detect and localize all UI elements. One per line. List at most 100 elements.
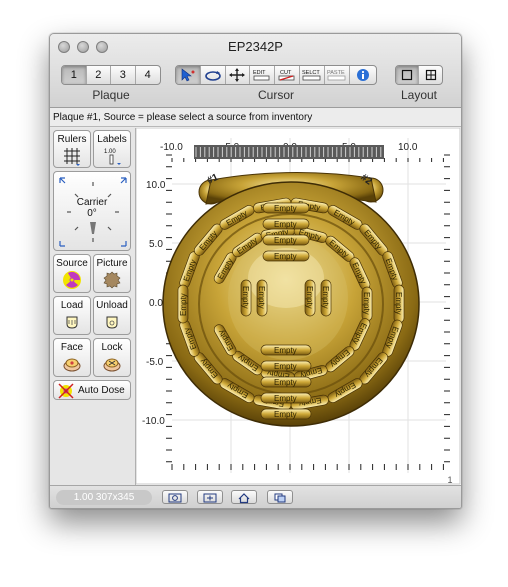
seed-slot-label: Empty — [179, 293, 188, 316]
seed-slot-label: Empty — [362, 292, 371, 315]
plaque-tab-3[interactable]: 3 — [111, 66, 136, 84]
seed-slot[interactable]: Empty — [256, 279, 268, 317]
cursor-select-text-tool[interactable]: SELCT — [300, 66, 325, 84]
cursor-move-tool[interactable] — [226, 66, 251, 84]
copy-view-button[interactable] — [267, 490, 293, 504]
zoom-out-button[interactable] — [162, 490, 188, 504]
plaque-view[interactable]: -10.0 -5.0 0.0 5.0 10.0 10.0 5.0 0.0 -5.… — [135, 127, 461, 485]
labels-button[interactable]: Labels 1.00 — [93, 130, 131, 168]
cursor-cut-tool[interactable]: CUT — [275, 66, 300, 84]
seed-slot[interactable]: Empty — [260, 344, 312, 356]
face-label: Face — [60, 342, 84, 353]
picture-button[interactable]: Picture — [93, 254, 131, 293]
paste-icon: PASTE — [327, 70, 346, 81]
window-title: EP2342P — [228, 39, 283, 54]
cursor-paste-tool[interactable]: PASTE — [325, 66, 351, 84]
carrier-rotation-control[interactable]: Carrier 0° — [53, 171, 131, 251]
x-tick-label: 10.0 — [398, 142, 418, 153]
unload-button[interactable]: Unload — [93, 296, 131, 335]
seed-slot[interactable]: Empty — [320, 279, 332, 317]
cursor-group-label: Cursor — [257, 88, 294, 102]
seed-slot[interactable]: Empty — [262, 218, 310, 230]
seed-slot-label: Empty — [274, 252, 297, 261]
copy-icon — [274, 493, 286, 503]
source-button[interactable]: Source — [53, 254, 91, 293]
labels-label: Labels — [97, 134, 127, 145]
plaque-tab-4[interactable]: 4 — [136, 66, 160, 84]
layout-group-label: Layout — [400, 88, 438, 102]
eye-plaque[interactable]: Empty Empty Empty Empty Empty Empty Empty Empty… — [162, 171, 420, 427]
carrier-label: Carrier — [76, 197, 108, 208]
unload-label: Unload — [96, 300, 128, 311]
single-layout-icon — [401, 69, 413, 81]
plaque-tab-1[interactable]: 1 — [62, 66, 87, 84]
ruler-grid-icon — [64, 148, 80, 166]
rulers-button[interactable]: Rulers — [53, 130, 91, 168]
seed-slot-label: Empty — [274, 220, 297, 229]
layout-single-button[interactable] — [396, 66, 420, 84]
seed-slot-label: Empty — [305, 286, 314, 309]
label-value-icon: 1.00 — [104, 149, 121, 165]
page-indicator: 1 — [447, 475, 453, 485]
seed-slot[interactable]: Empty — [262, 234, 310, 246]
picture-label: Picture — [96, 258, 128, 269]
seed-slot[interactable]: Empty — [262, 250, 310, 262]
plaque-group-label: Plaque — [92, 88, 130, 102]
load-label: Load — [60, 300, 84, 311]
seed-slot-label: Empty — [394, 292, 403, 315]
radiation-icon — [63, 271, 81, 289]
rotate-icon — [204, 71, 221, 81]
layout-selector[interactable] — [395, 65, 443, 85]
scale-bar — [194, 145, 384, 159]
cursor-tool-selector[interactable]: EDIT CUT SELCT PASTE — [175, 65, 377, 85]
zoom-in-button[interactable] — [197, 490, 223, 504]
bottom-bar: 1.00 307x345 — [50, 485, 461, 508]
cursor-rotate-tool[interactable] — [201, 66, 226, 84]
seed-slot[interactable]: Empty — [262, 202, 310, 214]
plaque-tab-2[interactable]: 2 — [87, 66, 111, 84]
seed-slot[interactable]: Empty — [304, 279, 316, 317]
y-tick-label: -5.0 — [146, 357, 164, 368]
seed-slot[interactable]: Empty — [177, 284, 189, 324]
layout-grid-button[interactable] — [419, 66, 442, 84]
load-button[interactable]: Load — [53, 296, 91, 335]
seed-slot[interactable]: Empty — [240, 279, 252, 317]
seed-slot[interactable]: Empty — [260, 376, 312, 388]
plaque-canvas[interactable]: -10.0 -5.0 0.0 5.0 10.0 10.0 5.0 0.0 -5.… — [135, 127, 461, 485]
cursor-edit-tool[interactable]: EDIT — [250, 66, 275, 84]
select-icon: SELCT — [302, 70, 321, 81]
unload-plaque-icon — [106, 316, 118, 329]
edit-tool-text: EDIT — [253, 70, 266, 76]
select-tool-text: SELCT — [302, 70, 320, 76]
seed-slot[interactable]: Empty — [260, 408, 312, 420]
cursor-info-tool[interactable] — [350, 66, 376, 84]
zoom-out-icon — [168, 493, 182, 503]
seed-slot-label: Empty — [274, 378, 297, 387]
lock-label: Lock — [101, 342, 123, 353]
lock-button[interactable]: Lock — [93, 338, 131, 377]
seed-slot[interactable]: Empty — [260, 360, 312, 372]
cursor-select-tool[interactable] — [176, 66, 201, 84]
seed-slot-label: Empty — [257, 286, 266, 309]
labels-value-text: 1.00 — [104, 149, 116, 155]
seed-slot[interactable]: Empty — [361, 286, 373, 322]
seed-slot-label: Empty — [274, 236, 297, 245]
home-view-button[interactable] — [231, 490, 257, 504]
plaque-selector[interactable]: 1 2 3 4 — [61, 65, 161, 85]
move-cross-icon — [229, 68, 246, 82]
seed-slot-label: Empty — [241, 286, 250, 309]
edit-icon: EDIT — [253, 70, 270, 81]
seed-slot-label: Empty — [274, 410, 297, 419]
auto-dose-button[interactable]: Auto Dose — [53, 380, 131, 400]
face-icon — [63, 358, 81, 372]
cut-icon: CUT — [278, 70, 295, 81]
seed-slot[interactable]: Empty — [393, 284, 405, 324]
title-bar: EP2342P 1 2 3 4 Plaque EDIT CUT SELCT PA… — [50, 34, 461, 108]
select-arrow-icon — [181, 68, 195, 82]
seed-slot-label: Empty — [321, 286, 330, 309]
home-icon — [238, 493, 250, 504]
face-button[interactable]: Face — [53, 338, 91, 377]
tool-sidebar: Rulers Labels 1.00 Carrier 0° Source Pic… — [50, 128, 136, 485]
load-plaque-icon — [66, 316, 78, 329]
seed-slot[interactable]: Empty — [260, 392, 312, 404]
